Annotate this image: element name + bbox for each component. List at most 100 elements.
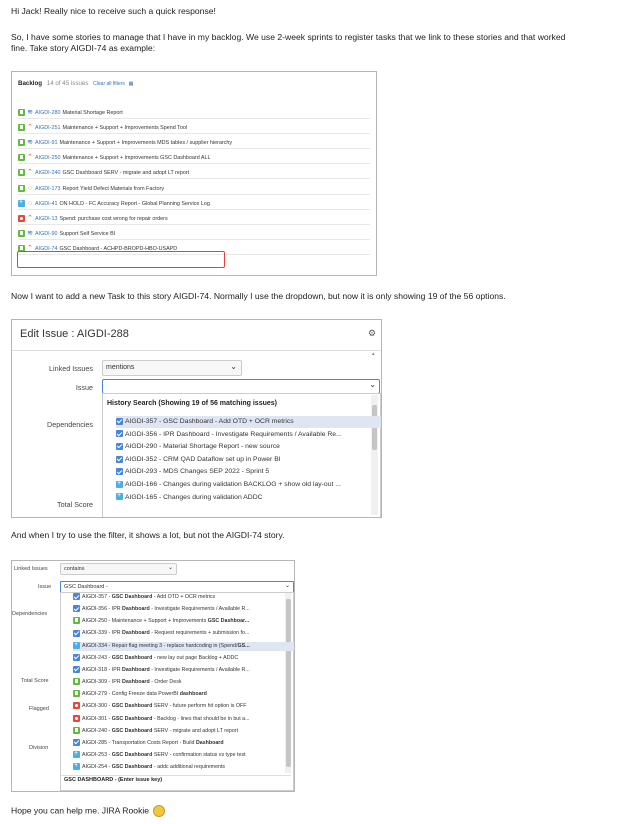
filter-item[interactable]: AIGDI-300 - GSC Dashboard SERV - future …	[73, 702, 294, 712]
linked-issues-label: Linked Issues	[14, 566, 48, 572]
filter-item[interactable]: AIGDI-334 - Repair flag meeting 3 - repl…	[73, 641, 294, 652]
filter-item[interactable]: AIGDI-309 - IPR Dashboard - Order Desk	[73, 678, 294, 688]
filter-item-match: GSC Dashboard	[111, 654, 153, 661]
backlog-row[interactable]: ≋ AIGDI-90 Support Self Service BI	[18, 229, 370, 240]
link-type-select[interactable]: contains ⌄	[60, 563, 177, 575]
sub-icon	[116, 479, 123, 488]
filter-item[interactable]: AIGDI-356 - IPR Dashboard - Investigate …	[73, 605, 294, 615]
filter-item-prefix: AIGDI-318 - IPR	[82, 666, 123, 673]
sub-icon	[73, 751, 80, 759]
story-icon	[18, 109, 25, 117]
sub-icon	[73, 642, 80, 649]
filter-item-prefix: AIGDI-279 - Config Freeze data PowerBI	[82, 691, 180, 698]
filter-item-match: GSC Dashboard	[111, 594, 153, 600]
paragraph-filter: And when I try to use the filter, it sho…	[11, 530, 285, 540]
filter-item-prefix: AIGDI-356 - IPR	[82, 606, 123, 613]
history-item-text: AIGDI-166 - Changes during validation BA…	[125, 481, 341, 488]
filter-item-prefix: AIGDI-254 -	[82, 764, 112, 771]
filter-item-match: Dashboard	[195, 739, 224, 746]
backlog-row[interactable]: ⌃ AIGDI-13 Spend: purchase cost wrong for …	[18, 214, 370, 225]
backlog-row[interactable]: ≋ AIGDI-91 Maintenance + Support + Improve…	[18, 138, 370, 150]
clear-filters-link[interactable]: Clear all filters	[93, 81, 125, 87]
issue-summary: Report Yield Defect Materials from Facto…	[62, 185, 165, 192]
priority-low-icon: ≋	[27, 109, 33, 117]
issue-key[interactable]: AIGDI-240	[35, 170, 60, 176]
backlog-row[interactable]: ○AIGDI-41ON HOLD - FC Accuracy Report - …	[18, 198, 370, 210]
link-type-select[interactable]: mentions ⌄	[102, 360, 242, 376]
issue-key[interactable]: AIGDI-91	[35, 140, 57, 146]
filter-item-prefix: AIGDI-357 -	[82, 594, 112, 600]
filter-item[interactable]: AIGDI-240 - GSC Dashboard SERV - migrate…	[73, 726, 294, 737]
backlog-row[interactable]: ⌃ AIGDI-251 Maintenance + Support + Improv…	[18, 123, 370, 135]
sub-icon	[73, 763, 80, 771]
backlog-row[interactable]: ○ AIGDI-173 Report Yield Defect Materials …	[18, 184, 370, 195]
filter-item[interactable]: AIGDI-243 - GSC Dashboard - new lay out …	[73, 653, 294, 664]
filter-item-match: GSC Dashboard	[111, 703, 153, 710]
backlog-header: Backlog 14 of 45 issues Clear all filter…	[18, 80, 133, 87]
issue-key[interactable]: AIGDI-250	[35, 155, 60, 161]
division-label: Division	[29, 745, 49, 751]
issue-search-input[interactable]: ⌄	[102, 379, 380, 394]
issue-key[interactable]: AIGDI-251	[35, 125, 60, 131]
backlog-row[interactable]: ⌃ AIGDI-240 GSC Dashboard SERV - migrate a…	[18, 168, 370, 180]
filter-item-match: Dashboard	[122, 666, 150, 673]
filter-item[interactable]: AIGDI-254 - GSC Dashboard - addc additio…	[73, 763, 294, 773]
filter-item-match: Dashboard	[122, 679, 150, 686]
issue-key[interactable]: AIGDI-13	[35, 216, 57, 222]
filter-item[interactable]: AIGDI-301 - GSC Dashboard - Backlog - li…	[73, 714, 294, 725]
issue-key[interactable]: AIGDI-41	[35, 201, 57, 207]
chevron-down-icon: ⌄	[167, 565, 173, 571]
smiley-icon	[153, 805, 166, 817]
backlog-row[interactable]: ⌃ AIGDI-250 Maintenance + Support + Improv…	[18, 153, 370, 165]
filter-item-prefix: AIGDI-253 -	[82, 751, 112, 758]
filter-item[interactable]: AIGDI-250 - Maintenance + Support + Impr…	[73, 617, 294, 627]
filter-item[interactable]: AIGDI-279 - Config Freeze data PowerBI d…	[73, 690, 294, 700]
scroll-up-icon[interactable]: ▴	[372, 351, 375, 357]
issue-key[interactable]: AIGDI-90	[35, 231, 57, 237]
history-item[interactable]: AIGDI-166 - Changes during validation BA…	[116, 479, 381, 491]
filter-item-match: dashboard	[179, 691, 207, 698]
filter-item-match: GSC Dashboard	[111, 715, 153, 722]
history-search-header: History Search (Showing 19 of 56 matchin…	[107, 400, 277, 407]
issue-summary: Material Shortage Report	[62, 110, 123, 116]
filter-item[interactable]: AIGDI-253 - GSC Dashboard SERV - confirm…	[73, 751, 294, 761]
filter-item[interactable]: AIGDI-285 - Transportation Costs Report …	[73, 738, 294, 749]
history-item[interactable]: AIGDI-290 - Material Shortage Report - n…	[116, 441, 381, 453]
history-item[interactable]: AIGDI-356 - IPR Dashboard - Investigate …	[116, 429, 381, 441]
priority-med-icon: ○	[27, 199, 33, 207]
filter-item-prefix: AIGDI-309 - IPR	[82, 679, 123, 686]
history-item[interactable]: AIGDI-352 - CRM QAD Dataflow set up in P…	[116, 454, 381, 466]
enter-issue-key-text: GSC DASHBOARD - (Enter issue key)	[64, 777, 163, 783]
filter-item-match: Dashboard	[122, 606, 150, 613]
issue-key[interactable]: AIGDI-280	[35, 110, 60, 116]
story-icon	[18, 154, 25, 162]
filter-item[interactable]: AIGDI-357 - GSC Dashboard - Add OTD + OC…	[73, 593, 294, 603]
closing-text: Hope you can help me. JIRA Rookie	[11, 805, 150, 816]
filter-item-suffix: - Backlog - lines that should be in but …	[152, 715, 250, 722]
filter-toggle-icon[interactable]: ▦	[129, 81, 134, 87]
history-item[interactable]: AIGDI-165 - Changes during validation AD…	[116, 492, 381, 504]
bug-icon	[18, 214, 25, 222]
enter-issue-key-option[interactable]: GSC DASHBOARD - (Enter issue key)	[64, 777, 162, 783]
issue-key[interactable]: AIGDI-173	[35, 186, 60, 192]
checkbox-icon	[116, 430, 123, 438]
filter-item-suffix: - Request requirements + submission fo..…	[149, 630, 250, 637]
edit-issue-dialog: Edit Issue : AIGDI-288 ⚙ ▴ Linked Issues…	[11, 319, 382, 518]
filter-item[interactable]: AIGDI-339 - IPR Dashboard - Request requ…	[73, 629, 294, 639]
filter-item[interactable]: AIGDI-318 - IPR Dashboard - Investigate …	[73, 665, 294, 676]
issue-summary: Maintenance + Support + Improvements Spe…	[62, 125, 188, 132]
gear-icon[interactable]: ⚙	[368, 328, 376, 339]
filter-item-prefix: AIGDI-250 - Maintenance + Support + Impr…	[82, 618, 208, 625]
history-item[interactable]: AIGDI-293 - MDS Changes SEP 2022 - Sprin…	[116, 466, 381, 478]
filter-item-prefix: AIGDI-240 -	[82, 727, 112, 734]
flagged-label: Flagged	[29, 706, 49, 712]
bug-icon	[73, 702, 80, 710]
checkbox-icon	[73, 593, 80, 601]
history-item-text: AIGDI-356 - IPR Dashboard - Investigate …	[125, 430, 342, 438]
total-score-label: Total Score	[21, 678, 49, 684]
story-icon	[18, 169, 25, 177]
sub-icon	[116, 492, 123, 501]
issue-summary: Maintenance + Support + Improvements MDS…	[59, 140, 233, 147]
backlog-row[interactable]: ≋ AIGDI-280 Material Shortage Report	[18, 108, 370, 119]
history-item[interactable]: AIGDI-357 - GSC Dashboard - Add OTD + OC…	[116, 416, 381, 428]
